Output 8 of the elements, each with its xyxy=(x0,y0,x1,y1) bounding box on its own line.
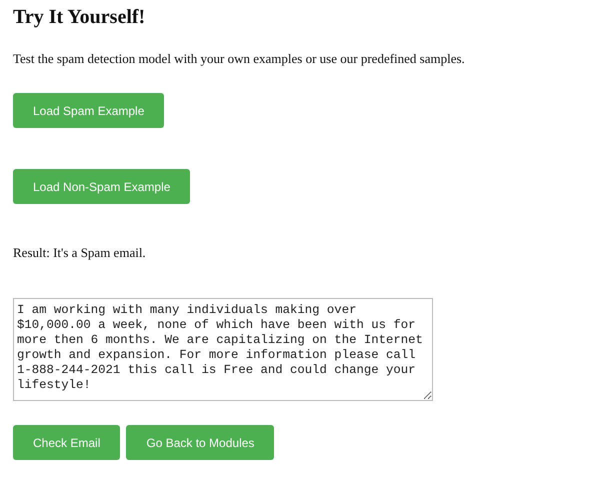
load-example-button[interactable]: Load Non-Spam Example xyxy=(13,169,190,204)
section-heading: Try It Yourself! xyxy=(13,6,146,29)
action-button[interactable]: Check Email xyxy=(13,425,120,460)
action-button[interactable]: Go Back to Modules xyxy=(126,425,274,460)
email-input-field[interactable]: I am working with many individuals making over $10,000.00 a week, none of which have been with us for more then 6 months. We are capitalizing on the Internet growth and expansion. For more information please call 1-888-244-2021 this call is Free and could change your lifestyle! xyxy=(13,298,433,401)
intro-text: Test the spam detection model with your own examples or use our predefined samples. xyxy=(13,51,466,67)
load-example-button[interactable]: Load Spam Example xyxy=(13,93,164,128)
result-text: Result: It's a Spam email. xyxy=(13,245,147,261)
